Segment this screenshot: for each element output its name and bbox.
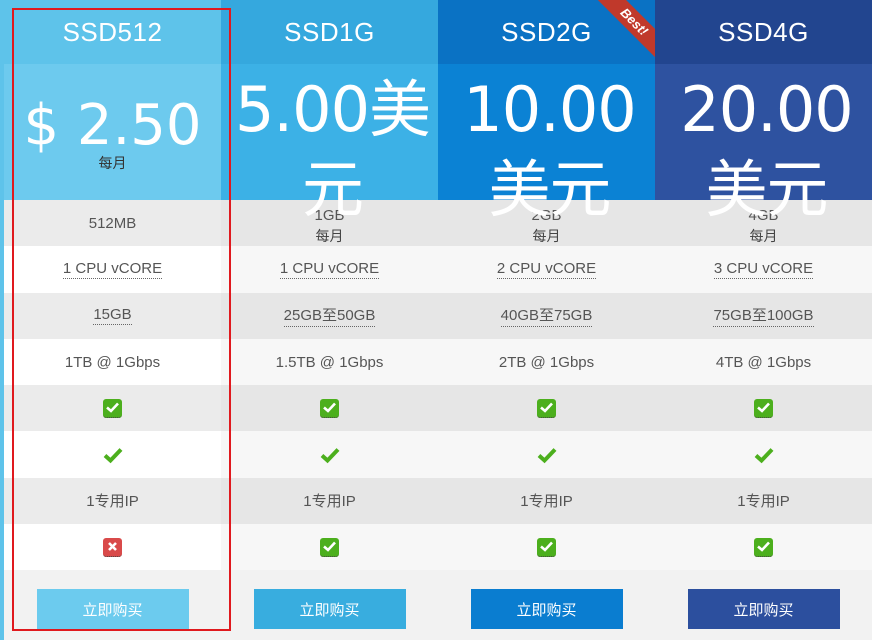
- disk-value[interactable]: 40GB至75GB: [500, 304, 593, 328]
- feature-disk: 75GB至100GB: [655, 292, 872, 339]
- cpu-value[interactable]: 1 CPU vCORE: [279, 260, 380, 279]
- feature-cpu: 2 CPU vCORE: [438, 246, 655, 293]
- price-period: 每月: [315, 228, 344, 244]
- feature-ip: 1专用IP: [438, 477, 655, 525]
- feature-6: [655, 431, 872, 478]
- disk-value[interactable]: 75GB至100GB: [713, 304, 814, 328]
- feature-ram: 512MB: [4, 200, 221, 247]
- plan-column-ssd4g: SSD4G 20.00美元 每月 4GB 3 CPU vCORE 75GB至10…: [655, 0, 872, 640]
- check-icon: [537, 447, 556, 463]
- ram-value: 512MB: [88, 214, 137, 232]
- check-icon: [754, 447, 773, 463]
- disk-value[interactable]: 25GB至50GB: [283, 304, 376, 328]
- feature-ip: 1专用IP: [655, 477, 872, 525]
- price-period: 每月: [98, 155, 127, 171]
- feature-6: [221, 431, 438, 478]
- check-square-icon[interactable]: [320, 537, 339, 557]
- ip-value: 1专用IP: [86, 493, 139, 511]
- ribbon-label: Best!: [595, 0, 655, 61]
- check-square-icon[interactable]: [754, 398, 773, 418]
- buy-now-button[interactable]: 立即购买: [253, 589, 406, 629]
- plan-column-ssd2g: SSD2G Best! 10.00美元 每月 2GB 2 CPU vCORE 4…: [438, 0, 655, 640]
- buy-now-button[interactable]: 立即购买: [470, 589, 623, 629]
- feature-disk: 25GB至50GB: [221, 292, 438, 339]
- plan-footer: 立即购买: [655, 570, 872, 640]
- price-box: $ 2.50: [4, 64, 221, 200]
- cpu-value[interactable]: 3 CPU vCORE: [713, 260, 814, 279]
- check-square-icon[interactable]: [754, 537, 773, 557]
- bandwidth-value: 4TB @ 1Gbps: [715, 353, 812, 371]
- buy-now-button[interactable]: 立即购买: [687, 589, 840, 629]
- feature-disk: 15GB: [4, 292, 221, 339]
- price-period: 每月: [532, 228, 561, 244]
- disk-value[interactable]: 15GB: [93, 306, 132, 326]
- bandwidth-value: 2TB @ 1Gbps: [498, 353, 595, 371]
- feature-6: [438, 431, 655, 478]
- bandwidth-value: 1.5TB @ 1Gbps: [275, 353, 384, 371]
- feature-bandwidth: 1TB @ 1Gbps: [4, 338, 221, 386]
- check-icon: [320, 447, 339, 463]
- price-box: 5.00美元: [221, 64, 438, 226]
- check-square-icon[interactable]: [537, 537, 556, 557]
- best-ribbon: Best!: [587, 0, 655, 68]
- plan-name: SSD4G: [655, 0, 872, 64]
- feature-5: [221, 385, 438, 432]
- feature-disk: 40GB至75GB: [438, 292, 655, 339]
- plan-price: 20.00美元: [680, 73, 854, 226]
- buy-now-button[interactable]: 立即购买: [36, 589, 189, 629]
- feature-bandwidth: 1.5TB @ 1Gbps: [221, 338, 438, 386]
- feature-cpu: 1 CPU vCORE: [221, 246, 438, 293]
- feature-cpu: 3 CPU vCORE: [655, 246, 872, 293]
- ip-value: 1专用IP: [520, 493, 573, 511]
- ip-value: 1专用IP: [737, 493, 790, 511]
- pricing-table: SSD512 $ 2.50 每月 512MB 1 CPU vCORE 15GB …: [4, 0, 872, 640]
- plan-column-ssd512: SSD512 $ 2.50 每月 512MB 1 CPU vCORE 15GB …: [4, 0, 221, 640]
- feature-5: [655, 385, 872, 432]
- check-square-icon[interactable]: [103, 398, 122, 418]
- feature-8: [4, 524, 221, 571]
- check-square-icon[interactable]: [320, 398, 339, 418]
- feature-8: [655, 524, 872, 571]
- cpu-value[interactable]: 1 CPU vCORE: [62, 260, 163, 279]
- feature-5: [4, 385, 221, 432]
- feature-6: [4, 431, 221, 478]
- feature-5: [438, 385, 655, 432]
- plan-column-ssd1g: SSD1G 5.00美元 每月 1GB 1 CPU vCORE 25GB至50G…: [221, 0, 438, 640]
- plan-price: 10.00美元: [463, 73, 637, 226]
- feature-ip: 1专用IP: [4, 477, 221, 525]
- feature-bandwidth: 2TB @ 1Gbps: [438, 338, 655, 386]
- price-box: 10.00美元: [438, 64, 655, 226]
- feature-cpu: 1 CPU vCORE: [4, 246, 221, 293]
- cpu-value[interactable]: 2 CPU vCORE: [496, 260, 597, 279]
- bandwidth-value: 1TB @ 1Gbps: [64, 353, 161, 371]
- plan-footer: 立即购买: [438, 570, 655, 640]
- cross-square-icon[interactable]: [103, 537, 122, 557]
- feature-bandwidth: 4TB @ 1Gbps: [655, 338, 872, 386]
- check-icon: [103, 447, 122, 463]
- price-box: 20.00美元: [655, 64, 872, 226]
- plan-footer: 立即购买: [4, 570, 221, 640]
- plan-name: SSD512: [4, 0, 221, 64]
- feature-8: [438, 524, 655, 571]
- feature-8: [221, 524, 438, 571]
- check-square-icon[interactable]: [537, 398, 556, 418]
- ip-value: 1专用IP: [303, 493, 356, 511]
- plan-name: SSD1G: [221, 0, 438, 64]
- plan-footer: 立即购买: [221, 570, 438, 640]
- feature-ip: 1专用IP: [221, 477, 438, 525]
- plan-price: 5.00美元: [234, 73, 431, 226]
- price-period: 每月: [749, 228, 778, 244]
